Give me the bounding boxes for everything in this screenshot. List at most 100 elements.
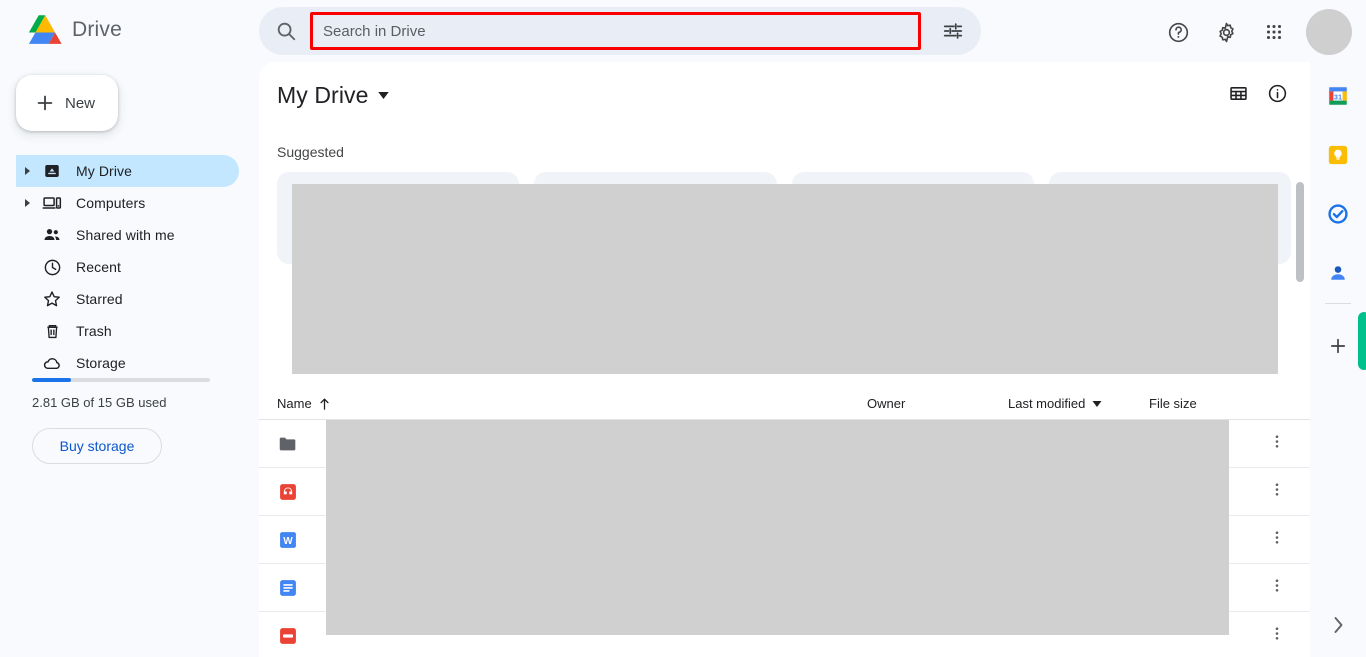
google-tasks-icon[interactable] <box>1318 194 1358 234</box>
more-vert-icon[interactable] <box>1268 624 1286 647</box>
google-keep-icon[interactable] <box>1318 135 1358 175</box>
sidebar-item-label: Storage <box>76 355 126 371</box>
side-apps-rail: 31 <box>1310 62 1366 657</box>
sidebar: New My Drive Computers Shared with me Re… <box>0 62 259 657</box>
add-app-button[interactable] <box>1318 326 1358 366</box>
chevron-down-icon[interactable] <box>377 92 389 99</box>
sidebar-item-shared-with-me[interactable]: Shared with me <box>16 219 239 251</box>
page-title: My Drive <box>277 82 369 108</box>
column-header-label: Last modified <box>1008 396 1086 411</box>
page-title-dropdown[interactable]: My Drive <box>277 82 389 109</box>
column-header-label: File size <box>1149 396 1197 411</box>
cloud-icon <box>38 353 66 374</box>
suggested-section-label: Suggested <box>277 144 344 160</box>
sidebar-item-label: Computers <box>76 195 146 211</box>
new-button-label: New <box>65 94 96 112</box>
avatar[interactable] <box>1306 9 1352 55</box>
computers-icon <box>38 193 66 213</box>
search-bar <box>259 7 981 55</box>
sidebar-item-label: Shared with me <box>76 227 175 243</box>
table-row[interactable] <box>259 564 1310 612</box>
storage-progress-fill <box>32 378 72 382</box>
drive-app: Drive Search in Drive New My Drive Compu… <box>0 0 1366 657</box>
buy-storage-button[interactable]: Buy storage <box>32 428 162 464</box>
google-docs-icon <box>259 578 317 598</box>
apps-grid-icon[interactable] <box>1252 10 1296 54</box>
expand-caret-icon[interactable] <box>16 167 38 175</box>
column-header-label: Owner <box>867 396 906 411</box>
clock-icon <box>38 258 66 277</box>
grid-view-icon[interactable] <box>1228 83 1249 109</box>
redacted-suggested-overlay <box>292 184 1278 374</box>
table-row[interactable] <box>259 420 1310 468</box>
search-icon[interactable] <box>262 7 310 55</box>
sidebar-item-recent[interactable]: Recent <box>16 251 239 283</box>
expand-panel-button[interactable] <box>1320 607 1356 643</box>
more-vert-icon[interactable] <box>1268 432 1286 455</box>
brand-name: Drive <box>72 18 123 41</box>
my-drive-icon <box>38 162 66 180</box>
sidebar-item-computers[interactable]: Computers <box>16 187 239 219</box>
column-header-label: Name <box>277 396 312 411</box>
pdf-file-icon <box>259 626 317 646</box>
brand[interactable]: Drive <box>22 12 122 48</box>
column-header-name[interactable]: Name <box>277 396 330 411</box>
more-vert-icon[interactable] <box>1268 528 1286 551</box>
expand-caret-icon[interactable] <box>16 199 38 207</box>
sidebar-nav: My Drive Computers Shared with me Recent… <box>0 155 259 379</box>
column-header-file-size[interactable]: File size <box>1149 396 1197 411</box>
google-calendar-icon[interactable]: 31 <box>1318 76 1358 116</box>
sidebar-item-label: My Drive <box>76 163 133 179</box>
column-header-owner[interactable]: Owner <box>867 396 905 411</box>
column-header-last-modified[interactable]: Last modified <box>1008 396 1102 411</box>
storage-progress-bar <box>32 378 210 382</box>
rail-divider <box>1325 303 1351 304</box>
shared-with-me-icon <box>38 225 66 245</box>
plus-icon <box>1330 338 1346 354</box>
storage-usage-text: 2.81 GB of 15 GB used <box>32 395 167 410</box>
storage-section: 2.81 GB of 15 GB used Buy storage <box>32 378 212 464</box>
sidebar-item-my-drive[interactable]: My Drive <box>16 155 239 187</box>
top-bar: Drive <box>0 0 1366 62</box>
folder-icon <box>259 433 317 455</box>
star-icon <box>38 289 66 309</box>
table-row[interactable]: W <box>259 516 1310 564</box>
header-actions <box>1228 83 1288 109</box>
svg-text:31: 31 <box>1334 92 1342 101</box>
sidebar-item-label: Trash <box>76 323 112 339</box>
more-vert-icon[interactable] <box>1268 576 1286 599</box>
help-icon[interactable] <box>1156 10 1200 54</box>
chevron-down-icon <box>1092 400 1102 407</box>
main-scrollbar-thumb[interactable] <box>1296 182 1304 282</box>
plus-icon <box>37 95 53 111</box>
sidebar-item-starred[interactable]: Starred <box>16 283 239 315</box>
file-list: W <box>259 420 1310 657</box>
gear-icon[interactable] <box>1204 10 1248 54</box>
sidebar-item-label: Starred <box>76 291 123 307</box>
info-icon[interactable] <box>1267 83 1288 109</box>
search-input[interactable] <box>313 15 918 47</box>
main-header: My Drive <box>259 62 1310 120</box>
word-doc-icon: W <box>259 530 317 550</box>
table-row[interactable] <box>259 612 1310 657</box>
trash-icon <box>38 322 66 341</box>
main-scrollbar-track[interactable] <box>1294 120 1306 657</box>
drive-logo-icon <box>28 15 62 44</box>
audio-file-icon <box>259 482 317 502</box>
more-vert-icon[interactable] <box>1268 480 1286 503</box>
google-contacts-icon[interactable] <box>1318 253 1358 293</box>
top-right-actions <box>1156 9 1352 55</box>
new-button[interactable]: New <box>16 75 118 131</box>
search-input-highlight <box>310 12 921 50</box>
svg-text:W: W <box>283 536 293 547</box>
sort-ascending-icon <box>320 398 329 410</box>
table-row[interactable] <box>259 468 1310 516</box>
sidebar-item-storage[interactable]: Storage <box>16 347 239 379</box>
table-header: Name Owner Last modified File size <box>259 394 1310 420</box>
sidebar-item-trash[interactable]: Trash <box>16 315 239 347</box>
chevron-right-icon <box>1334 617 1342 633</box>
main-content: My Drive Suggested Name Owner Last modif… <box>259 62 1310 657</box>
sidebar-item-label: Recent <box>76 259 121 275</box>
side-panel-handle[interactable] <box>1358 312 1366 370</box>
tune-icon[interactable] <box>929 7 977 55</box>
